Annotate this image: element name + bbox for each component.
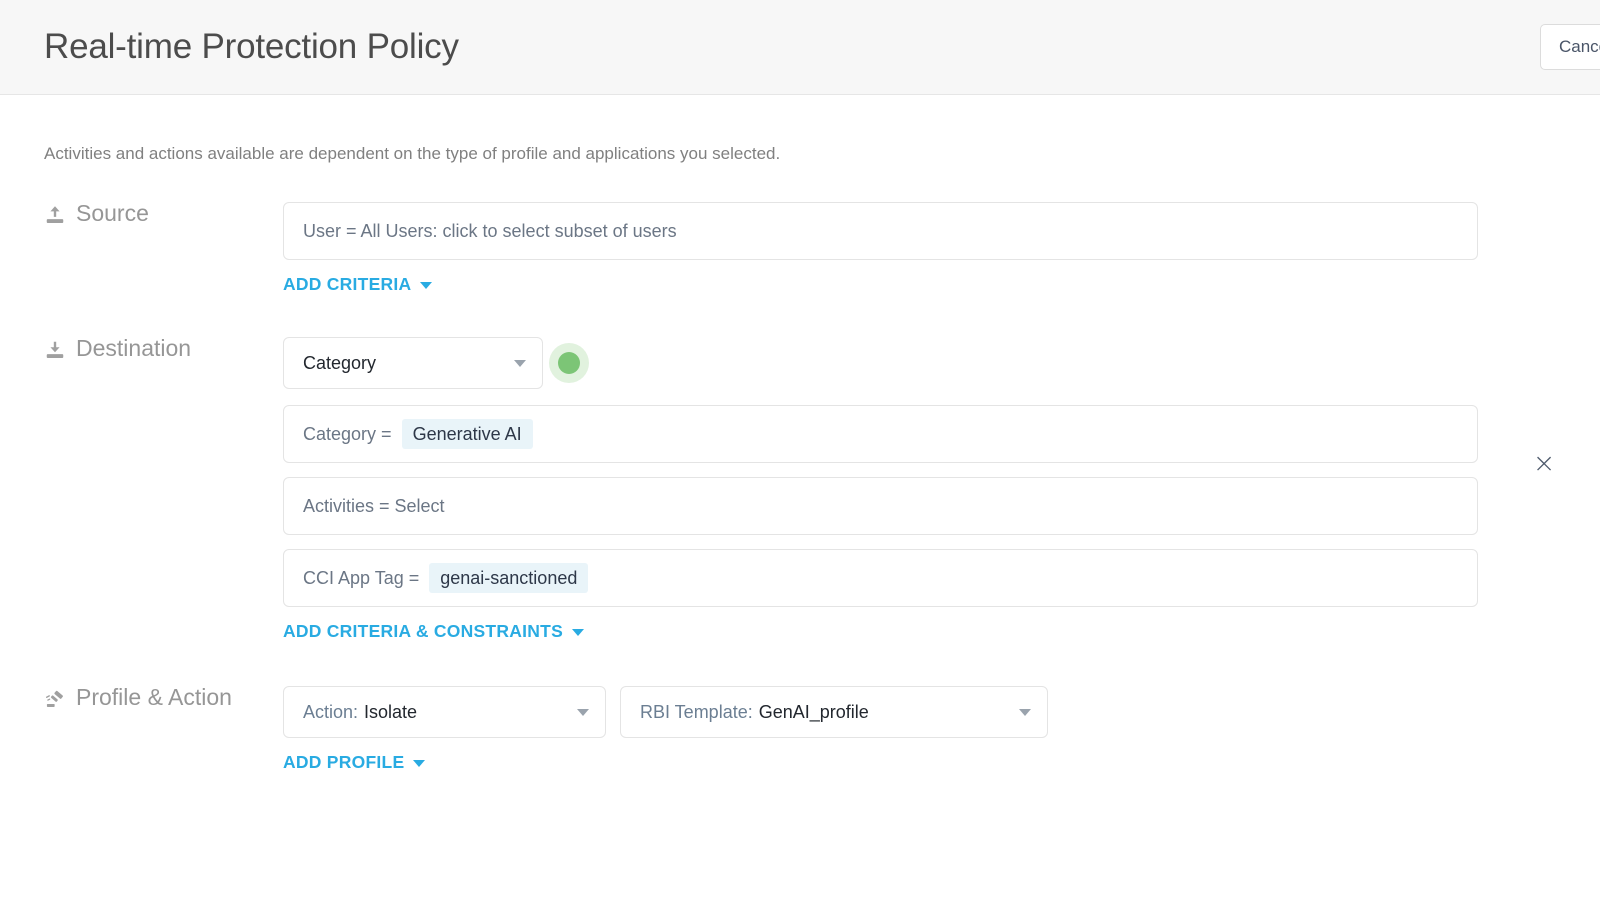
profile-action-dropdown-row: Action: Isolate RBI Template: GenAI_prof… [283, 686, 1600, 738]
chevron-down-icon [413, 760, 426, 767]
section-profile-action-body: Action: Isolate RBI Template: GenAI_prof… [283, 686, 1600, 773]
criteria-text: User = All Users: click to select subset… [303, 220, 677, 241]
destination-type-select[interactable]: Category [283, 337, 543, 389]
criteria-row-category[interactable]: Category = Generative AI [283, 405, 1478, 463]
rbi-template-select-label: RBI Template: [640, 701, 753, 722]
upload-icon [44, 204, 66, 226]
action-select-label: Action: [303, 701, 359, 722]
criteria-text: Activities = Select [303, 495, 445, 516]
criteria-row-cci-app-tag[interactable]: CCI App Tag = genai-sanctioned [283, 549, 1478, 607]
header-action-button[interactable]: Cancel [1540, 24, 1600, 70]
criteria-chip-generative-ai[interactable]: Generative AI [401, 418, 533, 450]
criteria-text: CCI App Tag = [303, 567, 420, 588]
download-icon [44, 339, 66, 361]
destination-type-value: Category [303, 352, 377, 373]
page-title: Real-time Protection Policy [44, 27, 459, 66]
section-destination-body: Category Category = Generative AI Activi… [283, 337, 1600, 642]
status-dot-icon [558, 352, 580, 374]
page-header: Real-time Protection Policy Cancel [0, 0, 1600, 95]
section-profile-action: Profile & Action Action: Isolate RBI Tem… [0, 686, 1600, 773]
section-label-text: Destination [76, 335, 192, 361]
destination-status-badge [549, 343, 589, 383]
add-criteria-constraints-label: ADD CRITERIA & CONSTRAINTS [283, 621, 564, 641]
section-destination-label: Destination [0, 337, 283, 360]
criteria-row-activities[interactable]: Activities = Select [283, 477, 1478, 535]
section-source-body: User = All Users: click to select subset… [283, 202, 1600, 295]
section-source: Source User = All Users: click to select… [0, 202, 1600, 477]
section-source-label: Source [0, 202, 283, 225]
criteria-row-user[interactable]: User = All Users: click to select subset… [283, 202, 1478, 260]
policy-form: Activities and actions available are dep… [0, 144, 1600, 773]
chevron-down-icon [420, 282, 433, 289]
rbi-template-select[interactable]: RBI Template: GenAI_profile [620, 686, 1048, 738]
destination-selector-row: Category [283, 337, 1600, 389]
gavel-icon [44, 688, 66, 710]
section-profile-action-label: Profile & Action [0, 686, 283, 709]
section-label-text: Profile & Action [76, 684, 232, 710]
add-criteria-source-label: ADD CRITERIA [283, 274, 412, 294]
chevron-down-icon [514, 359, 526, 367]
add-profile-label: ADD PROFILE [283, 752, 405, 772]
chevron-down-icon [1019, 708, 1031, 716]
chevron-down-icon [577, 708, 589, 716]
add-criteria-source-button[interactable]: ADD CRITERIA [283, 274, 433, 295]
section-destination: Destination Category Category = Generati… [0, 337, 1600, 642]
criteria-text: Category = [303, 423, 392, 444]
action-select-value: Isolate [364, 701, 418, 722]
chevron-down-icon [572, 629, 585, 636]
section-label-text: Source [76, 200, 149, 226]
add-criteria-constraints-button[interactable]: ADD CRITERIA & CONSTRAINTS [283, 621, 585, 642]
add-profile-button[interactable]: ADD PROFILE [283, 752, 426, 773]
form-hint-text: Activities and actions available are dep… [44, 144, 781, 163]
rbi-template-select-value: GenAI_profile [758, 701, 869, 722]
action-select[interactable]: Action: Isolate [283, 686, 606, 738]
criteria-chip-genai-sanctioned[interactable]: genai-sanctioned [429, 562, 589, 594]
